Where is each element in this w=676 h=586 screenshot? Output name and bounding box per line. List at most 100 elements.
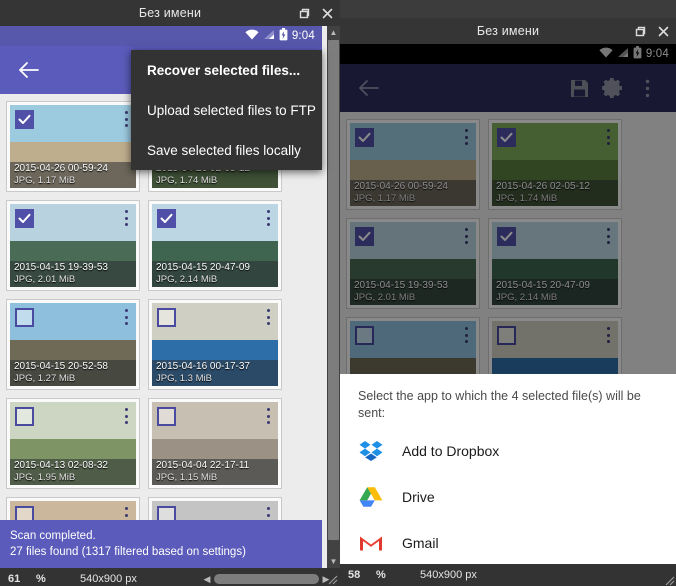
file-card[interactable]: 2015-04-04 22-17-11 JPG, 1.15 MiB	[148, 398, 282, 489]
snackbar-line-2: 27 files found (1317 filtered based on s…	[10, 546, 246, 558]
app-chooser-label: Add to Dropbox	[402, 443, 500, 459]
file-thumbnail: 2015-04-26 00-59-24 JPG, 1.17 MiB	[10, 105, 136, 188]
file-name: 2015-04-04 22-17-11	[156, 460, 250, 471]
left-window-title: Без имени	[138, 6, 202, 20]
right-resolution: 540x900 px	[420, 569, 477, 581]
checkbox-unchecked[interactable]	[15, 407, 34, 426]
checkbox-checked[interactable]	[15, 110, 34, 129]
app-chooser-item[interactable]: Gmail	[340, 520, 676, 564]
overflow-menu-item[interactable]: Recover selected files...	[131, 50, 322, 90]
left-emulator-footer: 61 % 540x900 px ◀ ▶	[0, 568, 340, 586]
file-size: JPG, 1.3 MiB	[156, 373, 212, 384]
scroll-up-arrow-icon[interactable]: ▲	[327, 26, 340, 39]
file-card[interactable]: 2015-04-13 02-08-32 JPG, 1.95 MiB	[6, 398, 140, 489]
wifi-icon	[245, 29, 259, 43]
file-size: JPG, 2.01 MiB	[14, 274, 76, 285]
scroll-down-arrow-icon[interactable]: ▼	[327, 555, 340, 568]
checkbox-unchecked[interactable]	[15, 308, 34, 327]
right-emulator-window: Без имени 9:04 2015-04-26 00-59-24 JPG, …	[340, 18, 676, 586]
restore-icon[interactable]	[632, 24, 646, 38]
gmail-icon	[358, 530, 384, 556]
file-name: 2015-04-16 00-17-37	[156, 361, 250, 372]
file-thumbnail: 2015-04-15 20-47-09 JPG, 2.14 MiB	[152, 204, 278, 287]
file-overflow-icon[interactable]	[120, 307, 132, 327]
file-name: 2015-04-26 00-59-24	[14, 163, 108, 174]
file-size: JPG, 1.17 MiB	[14, 175, 76, 186]
app-chooser-item[interactable]: Add to Dropbox	[340, 428, 676, 474]
checkbox-unchecked[interactable]	[157, 308, 176, 327]
right-emulator-footer: 58 % 540x900 px	[340, 564, 676, 586]
right-window-title: Без имени	[476, 24, 540, 38]
app-chooser-label: Drive	[402, 489, 435, 505]
right-android-screen: 9:04 2015-04-26 00-59-24 JPG, 1.17 MiB 2…	[340, 44, 676, 564]
file-thumbnail: 2015-04-15 20-52-58 JPG, 1.27 MiB	[10, 303, 136, 386]
right-window-titlebar: Без имени	[340, 18, 676, 44]
left-android-screen: 9:04 2015-04-26 00-59-24JPG, 1.17 MiB201…	[0, 26, 340, 568]
app-chooser-label: Gmail	[402, 535, 439, 551]
restore-icon[interactable]	[296, 6, 310, 20]
app-chooser-item[interactable]: Drive	[340, 474, 676, 520]
right-zoom-value: 58	[348, 569, 361, 581]
left-zoom-percent: %	[36, 573, 46, 585]
file-caption: 2015-04-04 22-17-11 JPG, 1.15 MiB	[152, 459, 278, 485]
left-emulator-window: Без имени 9:04 2015-04-26 00-59-24 JPG, …	[0, 0, 340, 586]
file-card[interactable]: 2015-04-16 00-17-37 JPG, 1.3 MiB	[148, 299, 282, 390]
file-overflow-icon[interactable]	[262, 307, 274, 327]
back-arrow-icon[interactable]	[12, 53, 46, 87]
file-thumbnail: 2015-04-04 22-17-11 JPG, 1.15 MiB	[152, 402, 278, 485]
checkbox-checked[interactable]	[15, 209, 34, 228]
left-status-time: 9:04	[291, 30, 315, 42]
file-name: 2015-04-15 20-52-58	[14, 361, 108, 372]
file-size: JPG, 1.74 MiB	[156, 175, 218, 186]
overflow-menu-item[interactable]: Upload selected files to FTP	[131, 90, 322, 130]
snackbar-line-1: Scan completed.	[10, 530, 96, 542]
right-resize-grip[interactable]	[663, 573, 675, 586]
file-caption: 2015-04-15 19-39-53 JPG, 2.01 MiB	[10, 261, 136, 287]
file-name: 2015-04-15 20-47-09	[156, 262, 250, 273]
file-thumbnail: 2015-04-16 00-17-37 JPG, 1.3 MiB	[152, 303, 278, 386]
google-drive-icon	[358, 484, 384, 510]
app-chooser-dialog: Select the app to which the 4 selected f…	[340, 374, 676, 564]
left-horizontal-scrollbar[interactable]: ◀ ▶	[200, 571, 340, 586]
desktop-background: Без имени 9:04 2015-04-26 00-59-24 JPG, …	[0, 0, 676, 586]
file-card[interactable]: 2015-04-26 00-59-24 JPG, 1.17 MiB	[6, 101, 140, 192]
file-card[interactable]: 2015-04-15 19-39-53 JPG, 2.01 MiB	[6, 200, 140, 291]
overflow-popup-menu[interactable]: Recover selected files... Upload selected…	[131, 50, 322, 170]
left-vscroll-thumb[interactable]	[328, 40, 339, 540]
file-overflow-icon[interactable]	[262, 406, 274, 426]
file-size: JPG, 1.15 MiB	[156, 472, 218, 483]
file-thumbnail: 2015-04-15 19-39-53 JPG, 2.01 MiB	[10, 204, 136, 287]
file-name: 2015-04-13 02-08-32	[14, 460, 108, 471]
left-hscroll-thumb[interactable]	[214, 574, 319, 584]
right-zoom-percent: %	[376, 569, 386, 581]
left-vertical-scrollbar[interactable]: ▲ ▼	[327, 26, 340, 568]
checkbox-unchecked[interactable]	[157, 407, 176, 426]
scroll-left-arrow-icon[interactable]: ◀	[200, 574, 214, 585]
left-resize-grip[interactable]	[326, 572, 338, 585]
left-window-titlebar: Без имени	[0, 0, 340, 26]
close-icon[interactable]	[320, 6, 334, 20]
right-window-controls	[632, 18, 670, 44]
snackbar: Scan completed. 27 files found (1317 fil…	[0, 520, 322, 568]
app-chooser-list[interactable]: Add to Dropbox Drive Gmail	[340, 428, 676, 564]
left-resolution: 540x900 px	[80, 573, 137, 585]
file-caption: 2015-04-16 00-17-37 JPG, 1.3 MiB	[152, 360, 278, 386]
left-android-statusbar: 9:04	[0, 26, 322, 46]
file-overflow-icon[interactable]	[120, 406, 132, 426]
file-name: 2015-04-15 19-39-53	[14, 262, 108, 273]
file-caption: 2015-04-15 20-47-09 JPG, 2.14 MiB	[152, 261, 278, 287]
file-card[interactable]: 2015-04-15 20-47-09 JPG, 2.14 MiB	[148, 200, 282, 291]
checkbox-checked[interactable]	[157, 209, 176, 228]
left-window-controls	[296, 0, 334, 26]
file-overflow-icon[interactable]	[120, 208, 132, 228]
dropbox-icon	[358, 438, 384, 464]
overflow-menu-item[interactable]: Save selected files locally	[131, 130, 322, 170]
signal-icon	[263, 29, 275, 43]
file-card[interactable]: 2015-04-15 20-52-58 JPG, 1.27 MiB	[6, 299, 140, 390]
file-caption: 2015-04-15 20-52-58 JPG, 1.27 MiB	[10, 360, 136, 386]
battery-charging-icon	[279, 28, 288, 44]
left-zoom-value: 61	[8, 573, 21, 585]
file-overflow-icon[interactable]	[262, 208, 274, 228]
file-size: JPG, 1.95 MiB	[14, 472, 76, 483]
close-icon[interactable]	[656, 24, 670, 38]
